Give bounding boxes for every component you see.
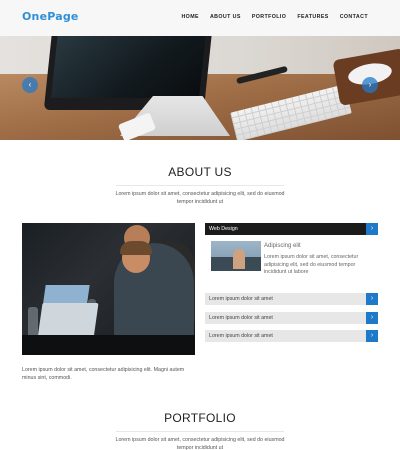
accordion-tab[interactable]: Lorem ipsum dolor sit amet ›	[205, 330, 378, 342]
main-nav: HOME ABOUT US PORTFOLIO FEATURES CONTACT	[181, 14, 368, 20]
chevron-right-icon[interactable]: ›	[366, 223, 378, 235]
accordion-panel-text: Lorem ipsum dolor sit amet, consectetur …	[264, 254, 359, 276]
nav-home[interactable]: HOME	[181, 14, 199, 20]
chevron-right-icon[interactable]: ›	[366, 312, 378, 324]
chevron-right-icon[interactable]: ›	[366, 293, 378, 305]
accordion-tab-label: Lorem ipsum dolor sit amet	[209, 296, 273, 302]
accordion-tab-label: Web Design	[209, 226, 238, 232]
nav-about-us[interactable]: ABOUT US	[210, 14, 241, 20]
about-lead: Lorem ipsum dolor sit amet, consectetur …	[115, 191, 285, 205]
about-divider	[116, 185, 284, 186]
accordion-tab[interactable]: Lorem ipsum dolor sit amet ›	[205, 293, 378, 305]
portfolio-lead: Lorem ipsum dolor sit amet, consectetur …	[115, 437, 285, 450]
accordion-panel-title: Adipiscing elit	[264, 243, 301, 249]
nav-portfolio[interactable]: PORTFOLIO	[252, 14, 287, 20]
slider-next-button[interactable]: ›	[362, 77, 378, 93]
accordion-thumbnail	[211, 241, 261, 271]
site-header: OnePage HOME ABOUT US PORTFOLIO FEATURES…	[0, 0, 400, 36]
about-photo	[22, 223, 195, 355]
about-caption: Lorem ipsum dolor sit amet, consectetur …	[22, 367, 185, 381]
chevron-right-icon[interactable]: ›	[366, 330, 378, 342]
about-title: ABOUT US	[168, 165, 232, 179]
nav-features[interactable]: FEATURES	[297, 14, 328, 20]
nav-contact[interactable]: CONTACT	[340, 14, 368, 20]
accordion-tab[interactable]: Lorem ipsum dolor sit amet ›	[205, 312, 378, 324]
portfolio-title: PORTFOLIO	[164, 411, 236, 425]
site-logo[interactable]: OnePage	[22, 10, 79, 23]
accordion-tab-web-design[interactable]: Web Design ›	[205, 223, 378, 235]
slider-prev-button[interactable]: ‹	[22, 77, 38, 93]
portfolio-divider	[116, 431, 284, 432]
accordion-tab-label: Lorem ipsum dolor sit amet	[209, 333, 273, 339]
accordion-tab-label: Lorem ipsum dolor sit amet	[209, 315, 273, 321]
hero-slider: ‹ ›	[0, 36, 400, 140]
